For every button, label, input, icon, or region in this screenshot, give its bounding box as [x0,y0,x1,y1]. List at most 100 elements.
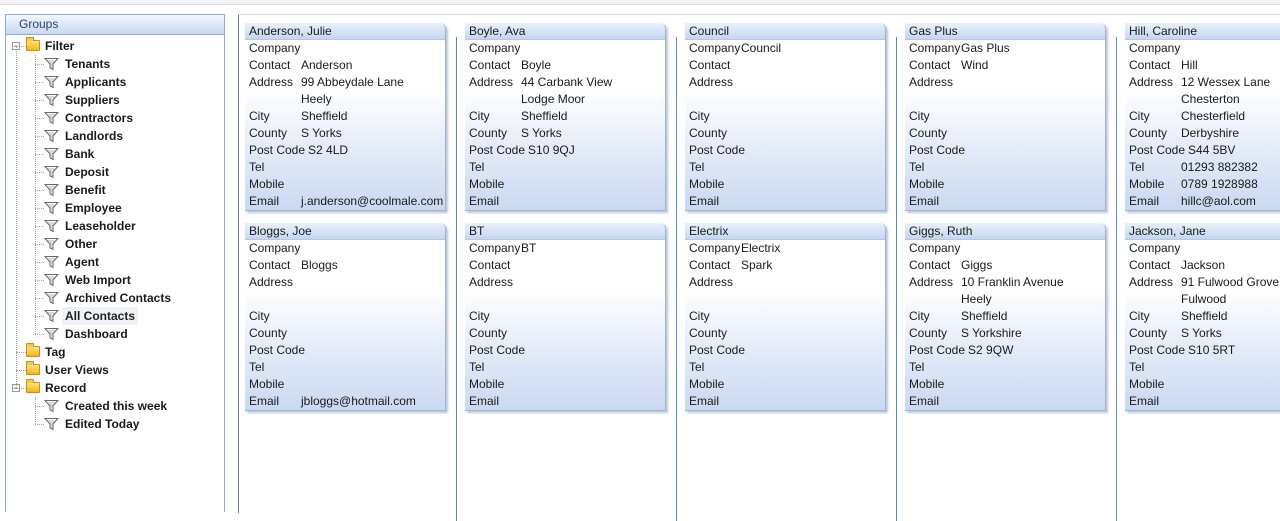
contact-card[interactable]: Electrix CompanyElectrix Contact Spark Addre… [685,223,886,411]
field-value[interactable]: jbloggs@hotmail.com [301,393,416,410]
tree-node-archived-contacts[interactable]: Archived Contacts [44,289,174,307]
field-value: Derbyshire [1181,126,1240,140]
tree-node-bank[interactable]: Bank [44,145,97,163]
tree-node-created-this-week[interactable]: Created this week [44,397,170,415]
card-field-company: CompanyCouncil [689,40,781,57]
field-label: Mobile [689,177,725,191]
tree-node-web-import[interactable]: Web Import [44,271,134,289]
folder-icon [26,379,40,393]
field-value: Chesterfield [1181,109,1246,123]
field-label: Post Code [909,143,966,157]
card-field-address-line-2 [909,91,961,108]
field-value: Sheffield [1181,309,1228,323]
contact-card[interactable]: Hill, Caroline Company Contact Hill Address 1… [1125,23,1280,211]
contact-card[interactable]: Anderson, Julie Company Contact Anderson Add… [245,23,446,211]
field-value[interactable]: j.anderson@coolmale.com [301,193,443,210]
contact-card-title[interactable]: Hill, Caroline [1125,23,1280,40]
tree-node-deposit[interactable]: Deposit [44,163,112,181]
contact-card-title[interactable]: Boyle, Ava [465,23,665,40]
field-label: Post Code [909,343,966,357]
tree-node-label: Filter [45,39,75,53]
card-field-company: Company [1129,240,1181,257]
tree-node-all-contacts[interactable]: All Contacts [44,307,139,325]
tree-node-leaseholder[interactable]: Leaseholder [44,217,139,235]
contact-card[interactable]: BT CompanyBT Contact Address City County Post … [465,223,666,411]
field-label: Post Code [249,343,306,357]
tree-node-filter[interactable]: Filter [26,37,77,55]
tree-node-benefit[interactable]: Benefit [44,181,109,199]
field-label: City [469,109,490,123]
card-field-tel: Tel [249,159,301,176]
tree-node-agent[interactable]: Agent [44,253,102,271]
contact-card-title[interactable]: Jackson, Jane [1125,223,1280,240]
column-separator [1116,37,1117,521]
card-field-address-line-2 [689,291,741,308]
tree-node-landlords[interactable]: Landlords [44,127,126,145]
card-field-contact: Contact Giggs [909,257,992,274]
tree-node-suppliers[interactable]: Suppliers [44,91,123,109]
contact-card-title[interactable]: Bloggs, Joe [245,223,445,240]
contact-card[interactable]: Boyle, Ava Company Contact Boyle Address 44 C… [465,23,666,211]
card-field-address-line-2: Fulwood [1129,291,1226,308]
field-label: Tel [469,160,485,174]
contact-card[interactable]: Council CompanyCouncil Contact Address City C… [685,23,886,211]
field-label: Contact [689,58,731,72]
tree-node-tenants[interactable]: Tenants [44,55,113,73]
field-value: Lodge Moor [521,92,586,106]
tree-node-label: Applicants [65,75,127,89]
field-value: S10 5RT [1188,343,1236,357]
tree-node-label: Contractors [65,111,134,125]
card-field-address-line-2 [469,291,521,308]
contact-card-title[interactable]: Gas Plus [905,23,1105,40]
tree-node-edited-today[interactable]: Edited Today [44,415,142,433]
card-field-city: City [689,308,741,325]
field-label: City [689,309,710,323]
field-label: County [469,126,508,140]
card-field-postcode: Post Code [909,142,968,159]
tree-node-label: Leaseholder [65,219,136,233]
tree-node-label: Other [65,237,98,251]
tree-connector [35,100,44,101]
field-label: City [909,109,930,123]
contact-card-title[interactable]: Council [685,23,885,40]
field-value[interactable]: hillc@aol.com [1181,193,1256,210]
contact-cards-view[interactable]: Anderson, Julie Company Contact Anderson Add… [238,14,1280,521]
contact-card-title[interactable]: Anderson, Julie [245,23,445,40]
field-label: Mobile [249,377,285,391]
card-field-email: Email [1129,393,1181,410]
contact-card-title[interactable]: Electrix [685,223,885,240]
field-label: Address [249,75,294,89]
card-field-postcode: Post Code [689,342,748,359]
contact-card[interactable]: Gas Plus CompanyGas Plus Contact Wind Addres… [905,23,1106,211]
card-field-tel: Tel 01293 882382 [1129,159,1258,176]
contact-card[interactable]: Jackson, Jane Company Contact Jackson Addres… [1125,223,1280,411]
tree-node-record[interactable]: Record [26,379,89,397]
contact-card[interactable]: Giggs, Ruth Company Contact Giggs Address 10 … [905,223,1106,411]
card-field-mobile: Mobile [909,376,961,393]
field-label: Address [1129,275,1174,289]
field-label: Company [1129,41,1181,55]
card-field-email: Email jbloggs@hotmail.com [249,393,416,410]
card-field-address: Address [689,74,741,91]
card-field-tel: Tel [1129,359,1181,376]
field-label: Tel [689,360,705,374]
field-value: 91 Fulwood Grove [1181,275,1280,289]
tree-node-tag[interactable]: Tag [26,343,68,361]
card-field-county: County [689,325,741,342]
field-label: Address [469,75,514,89]
contact-card[interactable]: Bloggs, Joe Company Contact Bloggs Address Ci… [245,223,446,411]
tree-node-dashboard[interactable]: Dashboard [44,325,131,343]
field-value: S Yorks [521,126,562,140]
tree-node-user-views[interactable]: User Views [26,361,112,379]
folder-icon [26,343,40,357]
tree-node-employee[interactable]: Employee [44,199,125,217]
field-value: S Yorks [1181,326,1222,340]
contact-card-title[interactable]: BT [465,223,665,240]
tree-node-applicants[interactable]: Applicants [44,73,129,91]
tree-node-other[interactable]: Other [44,235,100,253]
card-field-postcode: Post Code S10 5RT [1129,342,1235,359]
field-label: County [1129,126,1168,140]
field-value: 44 Carbank View [521,75,613,89]
contact-card-title[interactable]: Giggs, Ruth [905,223,1105,240]
tree-node-contractors[interactable]: Contractors [44,109,136,127]
